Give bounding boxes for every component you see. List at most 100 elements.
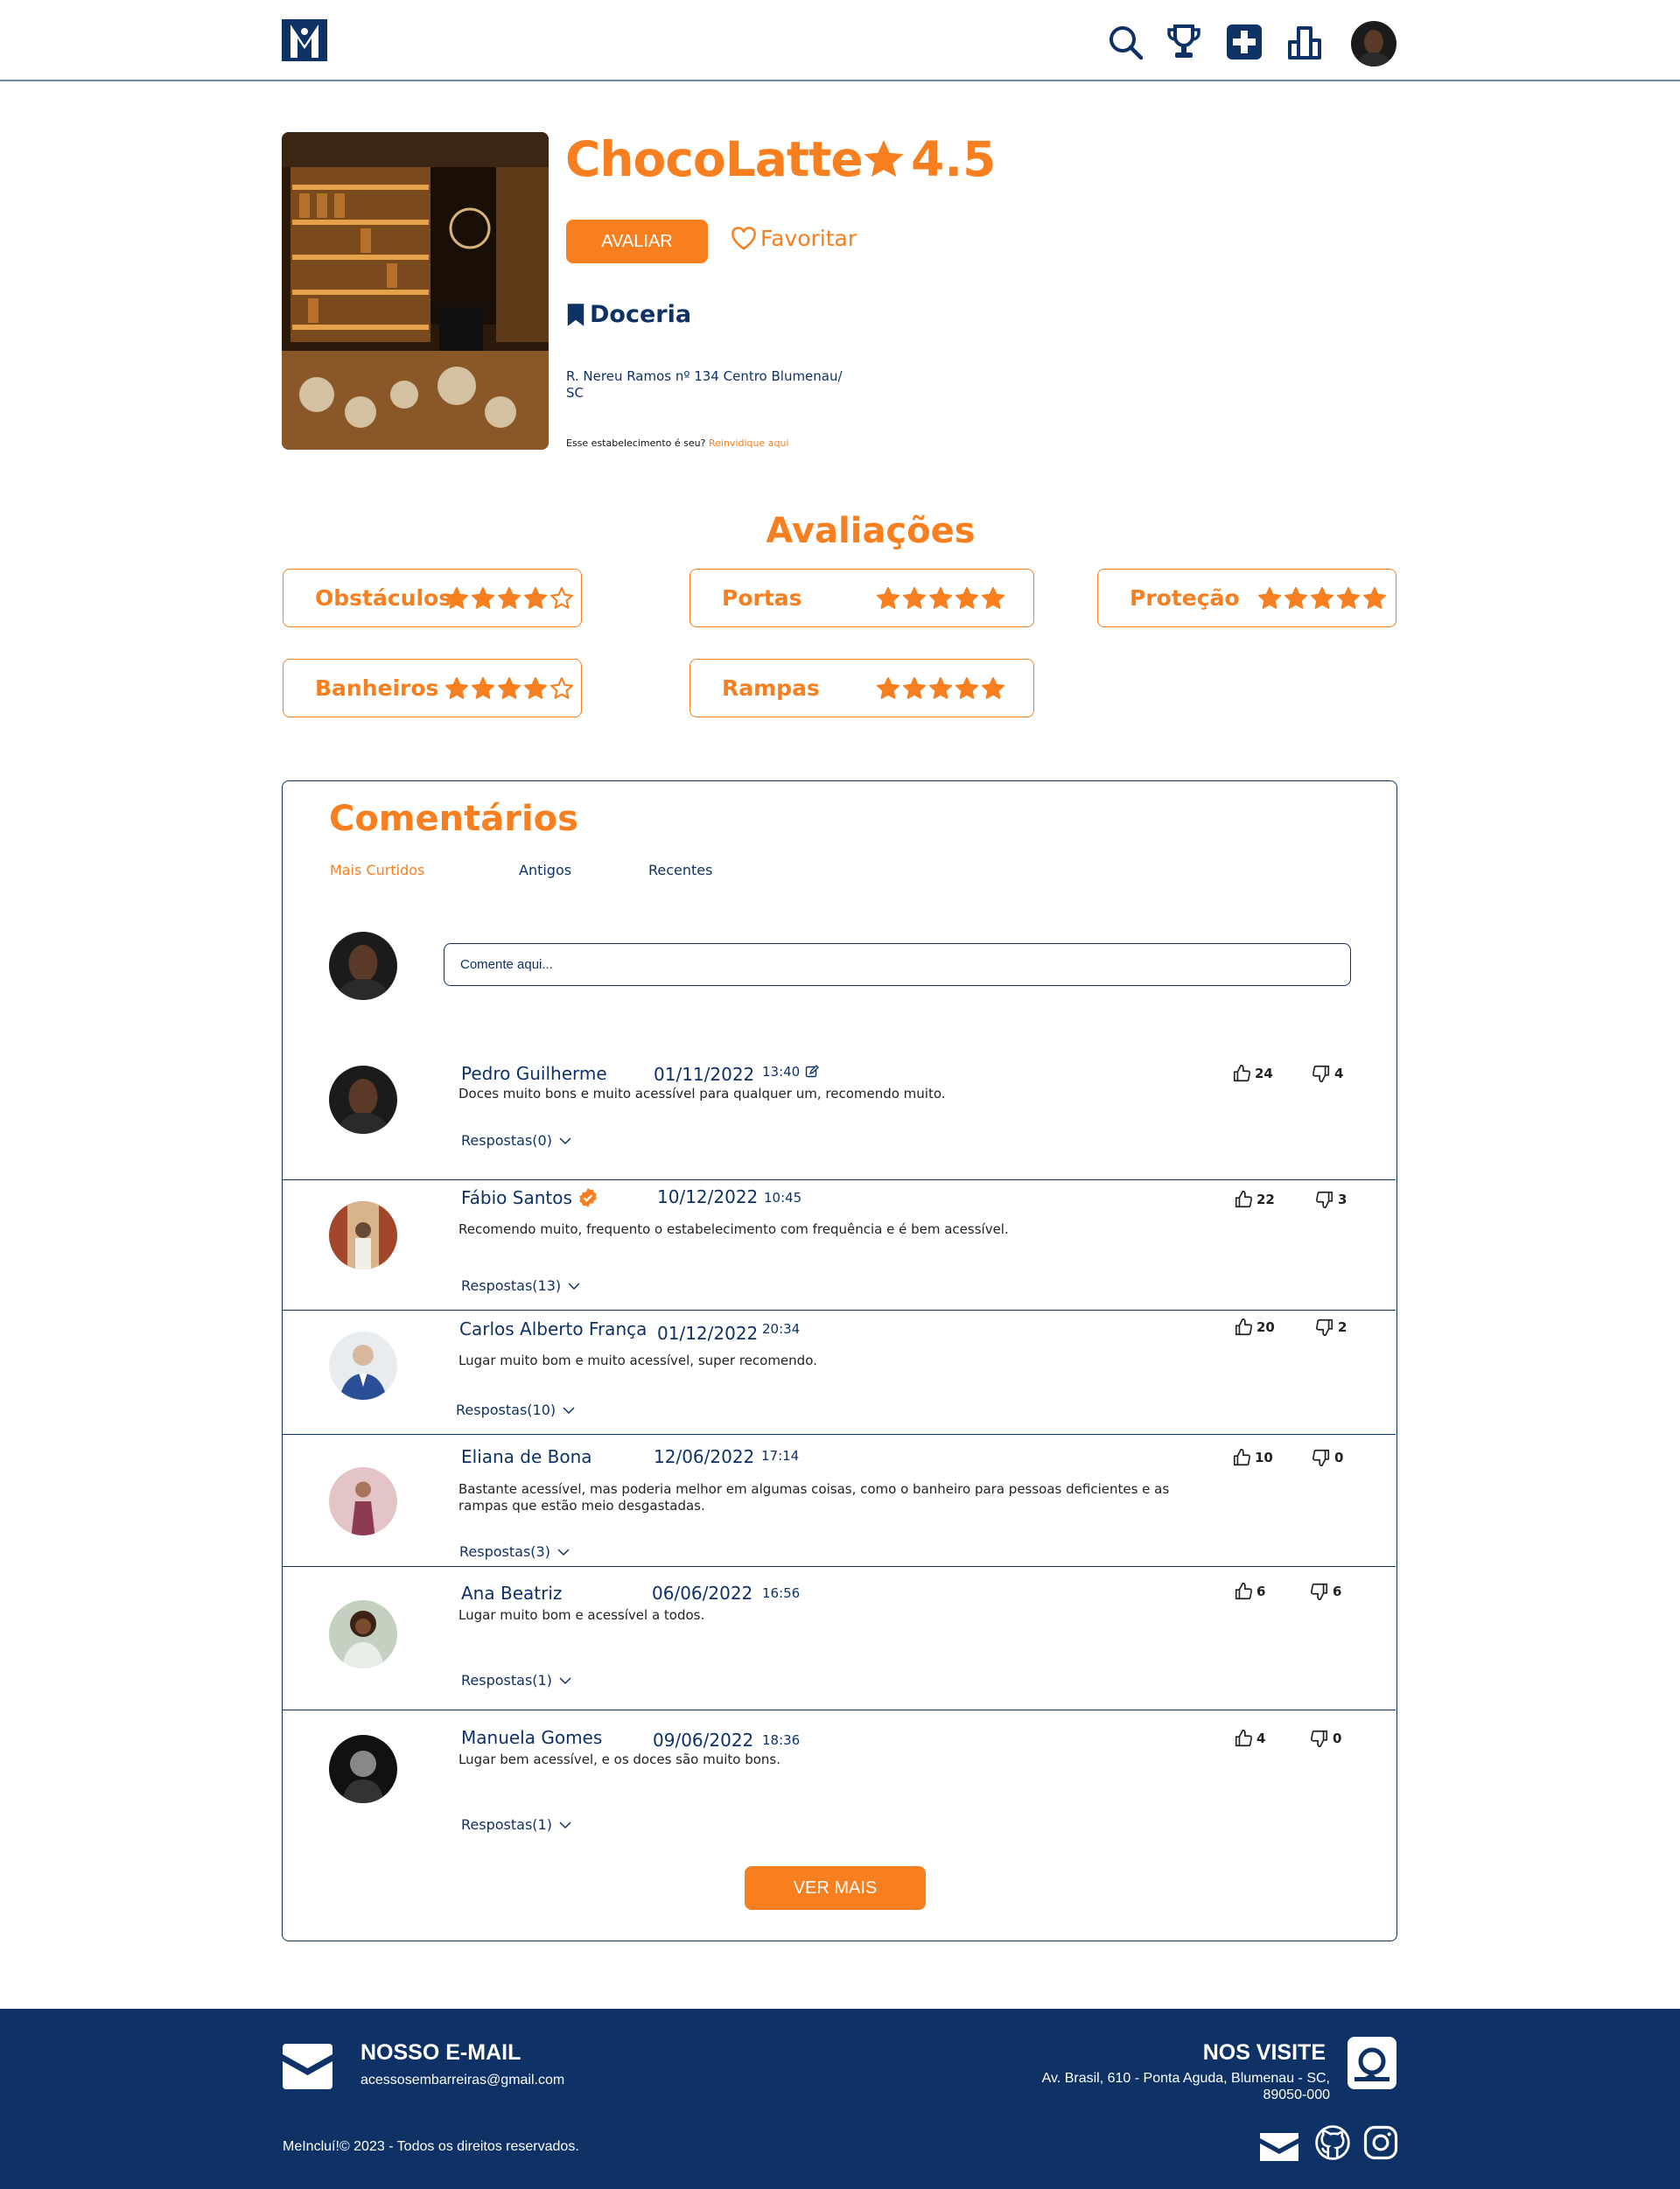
star-filled-icon xyxy=(524,586,547,609)
like-button[interactable]: 20 xyxy=(1234,1318,1275,1337)
star-filled-icon xyxy=(982,676,1004,699)
commenter-name[interactable]: Pedro Guilherme xyxy=(461,1063,607,1084)
rate-button[interactable]: AVALIAR xyxy=(566,220,708,263)
replies-toggle[interactable]: Respostas(0) xyxy=(461,1132,571,1149)
place-name: ChocoLatte xyxy=(565,131,864,187)
replies-label: Respostas(10) xyxy=(456,1402,556,1418)
star-filled-icon xyxy=(472,586,494,609)
thumbs-up-icon xyxy=(1235,1318,1252,1336)
trophy-icon[interactable] xyxy=(1165,23,1203,61)
copyright: MeIncluí!© 2023 - Todos os direitos rese… xyxy=(283,2139,579,2154)
chevron-down-icon xyxy=(559,1136,571,1144)
dislike-button[interactable]: 3 xyxy=(1315,1190,1347,1209)
rating-rampas: Rampas xyxy=(690,659,1034,717)
like-button[interactable]: 24 xyxy=(1232,1064,1273,1083)
commenter-avatar[interactable] xyxy=(329,1467,397,1535)
like-button[interactable]: 6 xyxy=(1234,1582,1265,1601)
claim-question: Esse estabelecimento é seu? xyxy=(566,437,706,449)
commenter-name[interactable]: Manuela Gomes xyxy=(461,1727,602,1748)
star-filled-icon xyxy=(472,676,494,699)
commenter-name[interactable]: Eliana de Bona xyxy=(461,1446,592,1467)
rating-value: 4.5 xyxy=(911,131,997,187)
replies-toggle[interactable]: Respostas(13) xyxy=(461,1277,580,1294)
see-more-button[interactable]: VER MAIS xyxy=(745,1866,926,1910)
replies-toggle[interactable]: Respostas(10) xyxy=(456,1402,575,1418)
dislike-button[interactable]: 0 xyxy=(1310,1729,1341,1748)
replies-toggle[interactable]: Respostas(1) xyxy=(461,1672,571,1689)
thumbs-up-icon xyxy=(1235,1730,1252,1747)
rating-protecao: Proteção xyxy=(1097,569,1396,627)
instagram-icon[interactable] xyxy=(1362,2124,1399,2161)
place-rating: 4.5 xyxy=(862,131,996,187)
replies-toggle[interactable]: Respostas(3) xyxy=(459,1543,570,1560)
commenter-name[interactable]: Fábio Santos xyxy=(461,1187,598,1208)
email-title: NOSSO E-MAIL xyxy=(360,2040,522,2065)
rating-stars xyxy=(876,676,1005,701)
star-icon xyxy=(864,140,904,177)
comment-date: 06/06/2022 xyxy=(652,1583,753,1604)
commenter-avatar[interactable] xyxy=(329,1332,397,1400)
comment-date: 10/12/2022 xyxy=(657,1186,759,1207)
like-count: 4 xyxy=(1256,1731,1266,1746)
edit-icon[interactable] xyxy=(805,1065,820,1079)
user-avatar[interactable] xyxy=(1351,21,1396,66)
like-button[interactable]: 22 xyxy=(1234,1190,1275,1209)
commenter-avatar[interactable] xyxy=(329,1600,397,1668)
dislike-button[interactable]: 2 xyxy=(1315,1318,1347,1337)
star-filled-icon xyxy=(982,586,1004,609)
commenter-name[interactable]: Carlos Alberto França xyxy=(459,1318,647,1339)
add-icon[interactable] xyxy=(1225,23,1264,61)
chevron-down-icon xyxy=(568,1282,580,1290)
tab-mais-curtidos[interactable]: Mais Curtidos xyxy=(330,862,424,878)
like-button[interactable]: 10 xyxy=(1232,1448,1273,1467)
mail-icon[interactable] xyxy=(1260,2130,1298,2163)
comment-time-wrap: 20:34 xyxy=(762,1321,800,1337)
visit-title: NOS VISITE xyxy=(1202,2040,1326,2065)
comment-time: 13:40 xyxy=(762,1064,801,1080)
chevron-down-icon xyxy=(559,1676,571,1684)
commenter-name-text: Pedro Guilherme xyxy=(461,1063,607,1084)
replies-label: Respostas(1) xyxy=(461,1816,552,1833)
star-filled-icon xyxy=(445,676,468,699)
tab-antigos[interactable]: Antigos xyxy=(519,862,571,878)
star-filled-icon xyxy=(877,586,900,609)
comment-date: 09/06/2022 xyxy=(653,1730,754,1751)
logo[interactable] xyxy=(282,19,327,61)
thumbs-down-icon xyxy=(1311,1583,1328,1600)
commenter-avatar[interactable] xyxy=(329,1735,397,1803)
commenter-avatar[interactable] xyxy=(329,1201,397,1269)
dislike-button[interactable]: 6 xyxy=(1310,1582,1341,1601)
rating-label: Obstáculos xyxy=(315,585,452,611)
heart-icon xyxy=(732,226,756,250)
comment-time-wrap: 17:14 xyxy=(761,1448,799,1464)
dislike-button[interactable]: 4 xyxy=(1312,1064,1343,1083)
star-empty-icon xyxy=(550,676,573,699)
comment-text: Lugar muito bom e acessível a todos. xyxy=(458,1607,705,1623)
like-count: 22 xyxy=(1256,1192,1275,1207)
commenter-avatar[interactable] xyxy=(329,1066,397,1134)
commenter-name[interactable]: Ana Beatriz xyxy=(461,1583,562,1604)
dislike-button[interactable]: 0 xyxy=(1312,1448,1343,1467)
chevron-down-icon xyxy=(563,1406,575,1414)
favorite-button[interactable]: Favoritar xyxy=(731,226,857,251)
search-icon[interactable] xyxy=(1106,23,1144,61)
rating-stars xyxy=(444,586,574,611)
like-count: 6 xyxy=(1256,1584,1266,1599)
thumbs-down-icon xyxy=(1311,1730,1328,1747)
replies-toggle[interactable]: Respostas(1) xyxy=(461,1816,571,1833)
star-filled-icon xyxy=(903,676,926,699)
tab-recentes[interactable]: Recentes xyxy=(648,862,712,878)
comment-input[interactable] xyxy=(444,943,1351,986)
comment-row: Carlos Alberto França 01/12/2022 20:34 Luga… xyxy=(283,1311,1396,1435)
email-address[interactable]: acessosembarreiras@gmail.com xyxy=(360,2073,564,2088)
ranking-icon[interactable] xyxy=(1286,23,1325,61)
like-button[interactable]: 4 xyxy=(1234,1729,1265,1748)
comment-text: Doces muito bons e muito acessível para … xyxy=(458,1086,946,1101)
thumbs-up-icon xyxy=(1235,1191,1252,1208)
claim-link[interactable]: Reinvidique aqui xyxy=(709,437,789,449)
thumbs-down-icon xyxy=(1316,1318,1334,1336)
github-icon[interactable] xyxy=(1314,2124,1351,2161)
star-filled-icon xyxy=(956,676,978,699)
comment-time: 18:36 xyxy=(762,1732,801,1748)
star-filled-icon xyxy=(498,676,521,699)
